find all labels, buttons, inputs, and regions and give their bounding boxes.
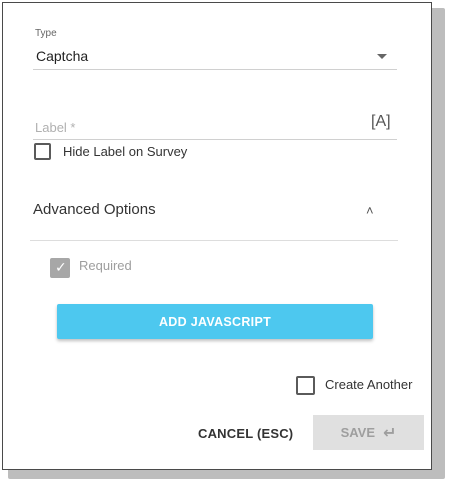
translate-icon[interactable]: [A]: [371, 113, 391, 131]
hide-label-checkbox[interactable]: [34, 143, 51, 160]
save-button[interactable]: SAVE ↵: [313, 415, 424, 450]
type-select-value[interactable]: Captcha: [36, 48, 88, 64]
type-field-label: Type: [35, 28, 57, 39]
advanced-options-title[interactable]: Advanced Options: [33, 201, 156, 218]
add-javascript-button[interactable]: ADD JAVASCRIPT: [57, 304, 373, 339]
cancel-button[interactable]: CANCEL (ESC): [198, 426, 293, 441]
type-field-underline: [33, 69, 397, 70]
enter-key-icon: ↵: [383, 424, 397, 442]
dropdown-arrow-icon[interactable]: [377, 54, 387, 59]
required-label: Required: [79, 258, 132, 273]
field-editor-dialog: [2, 2, 432, 470]
label-input[interactable]: Label *: [35, 120, 75, 135]
create-another-checkbox[interactable]: [296, 376, 315, 395]
label-field-underline: [33, 139, 397, 140]
save-button-label: SAVE: [340, 425, 376, 440]
chevron-up-icon[interactable]: ˄: [366, 203, 374, 218]
hide-label-text: Hide Label on Survey: [63, 144, 188, 159]
create-another-label: Create Another: [325, 377, 413, 392]
advanced-divider: [30, 240, 398, 241]
check-icon: ✓: [55, 259, 67, 275]
